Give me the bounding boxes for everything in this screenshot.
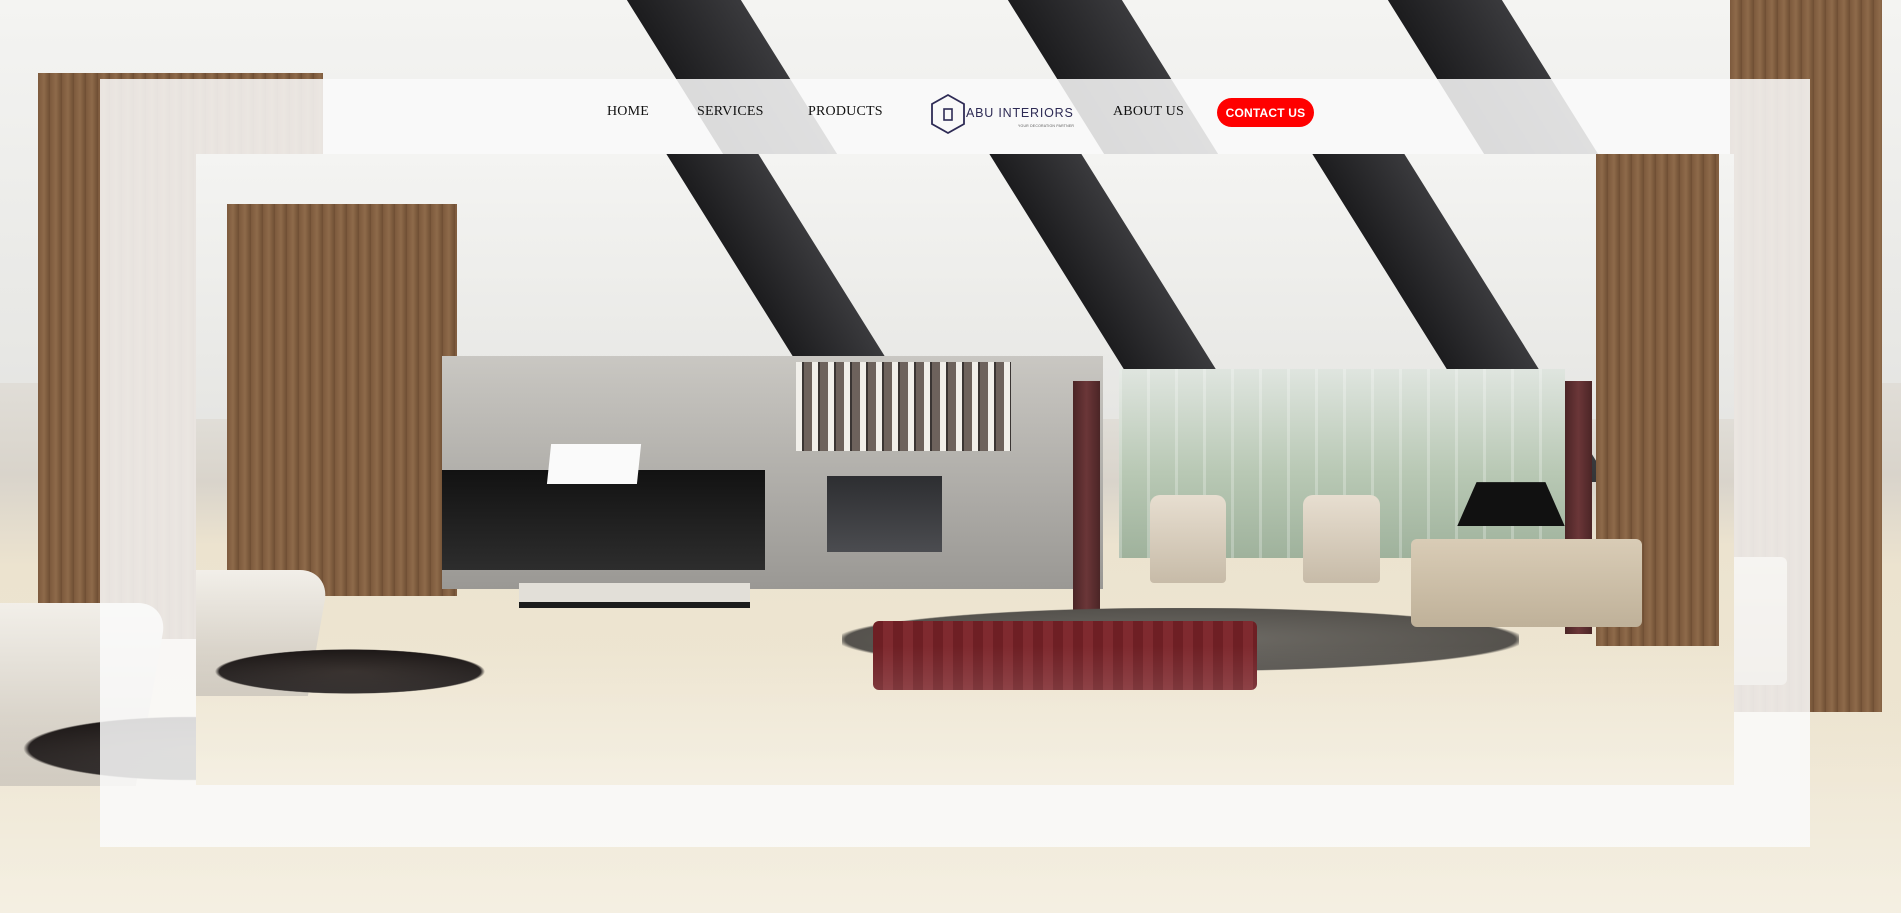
brand-tagline: YOUR DECORATION PARTNER xyxy=(1018,124,1075,128)
nav-about-us[interactable]: ABOUT US xyxy=(1113,104,1184,120)
nav-services[interactable]: SERVICES xyxy=(697,104,764,120)
brand-name: ABU INTERIORS xyxy=(966,106,1074,120)
contact-us-button[interactable]: CONTACT US xyxy=(1217,98,1314,127)
hero-card: HOME SERVICES PRODUCTS ABU INTERIORS YOU… xyxy=(100,79,1810,847)
nav-home[interactable]: HOME xyxy=(607,104,649,120)
house-hexagon-icon xyxy=(931,93,965,135)
nav-products[interactable]: PRODUCTS xyxy=(808,104,883,120)
hero-image xyxy=(196,154,1734,785)
brand-logo[interactable]: ABU INTERIORS YOUR DECORATION PARTNER xyxy=(930,91,1074,137)
main-navbar: HOME SERVICES PRODUCTS ABU INTERIORS YOU… xyxy=(100,79,1810,153)
